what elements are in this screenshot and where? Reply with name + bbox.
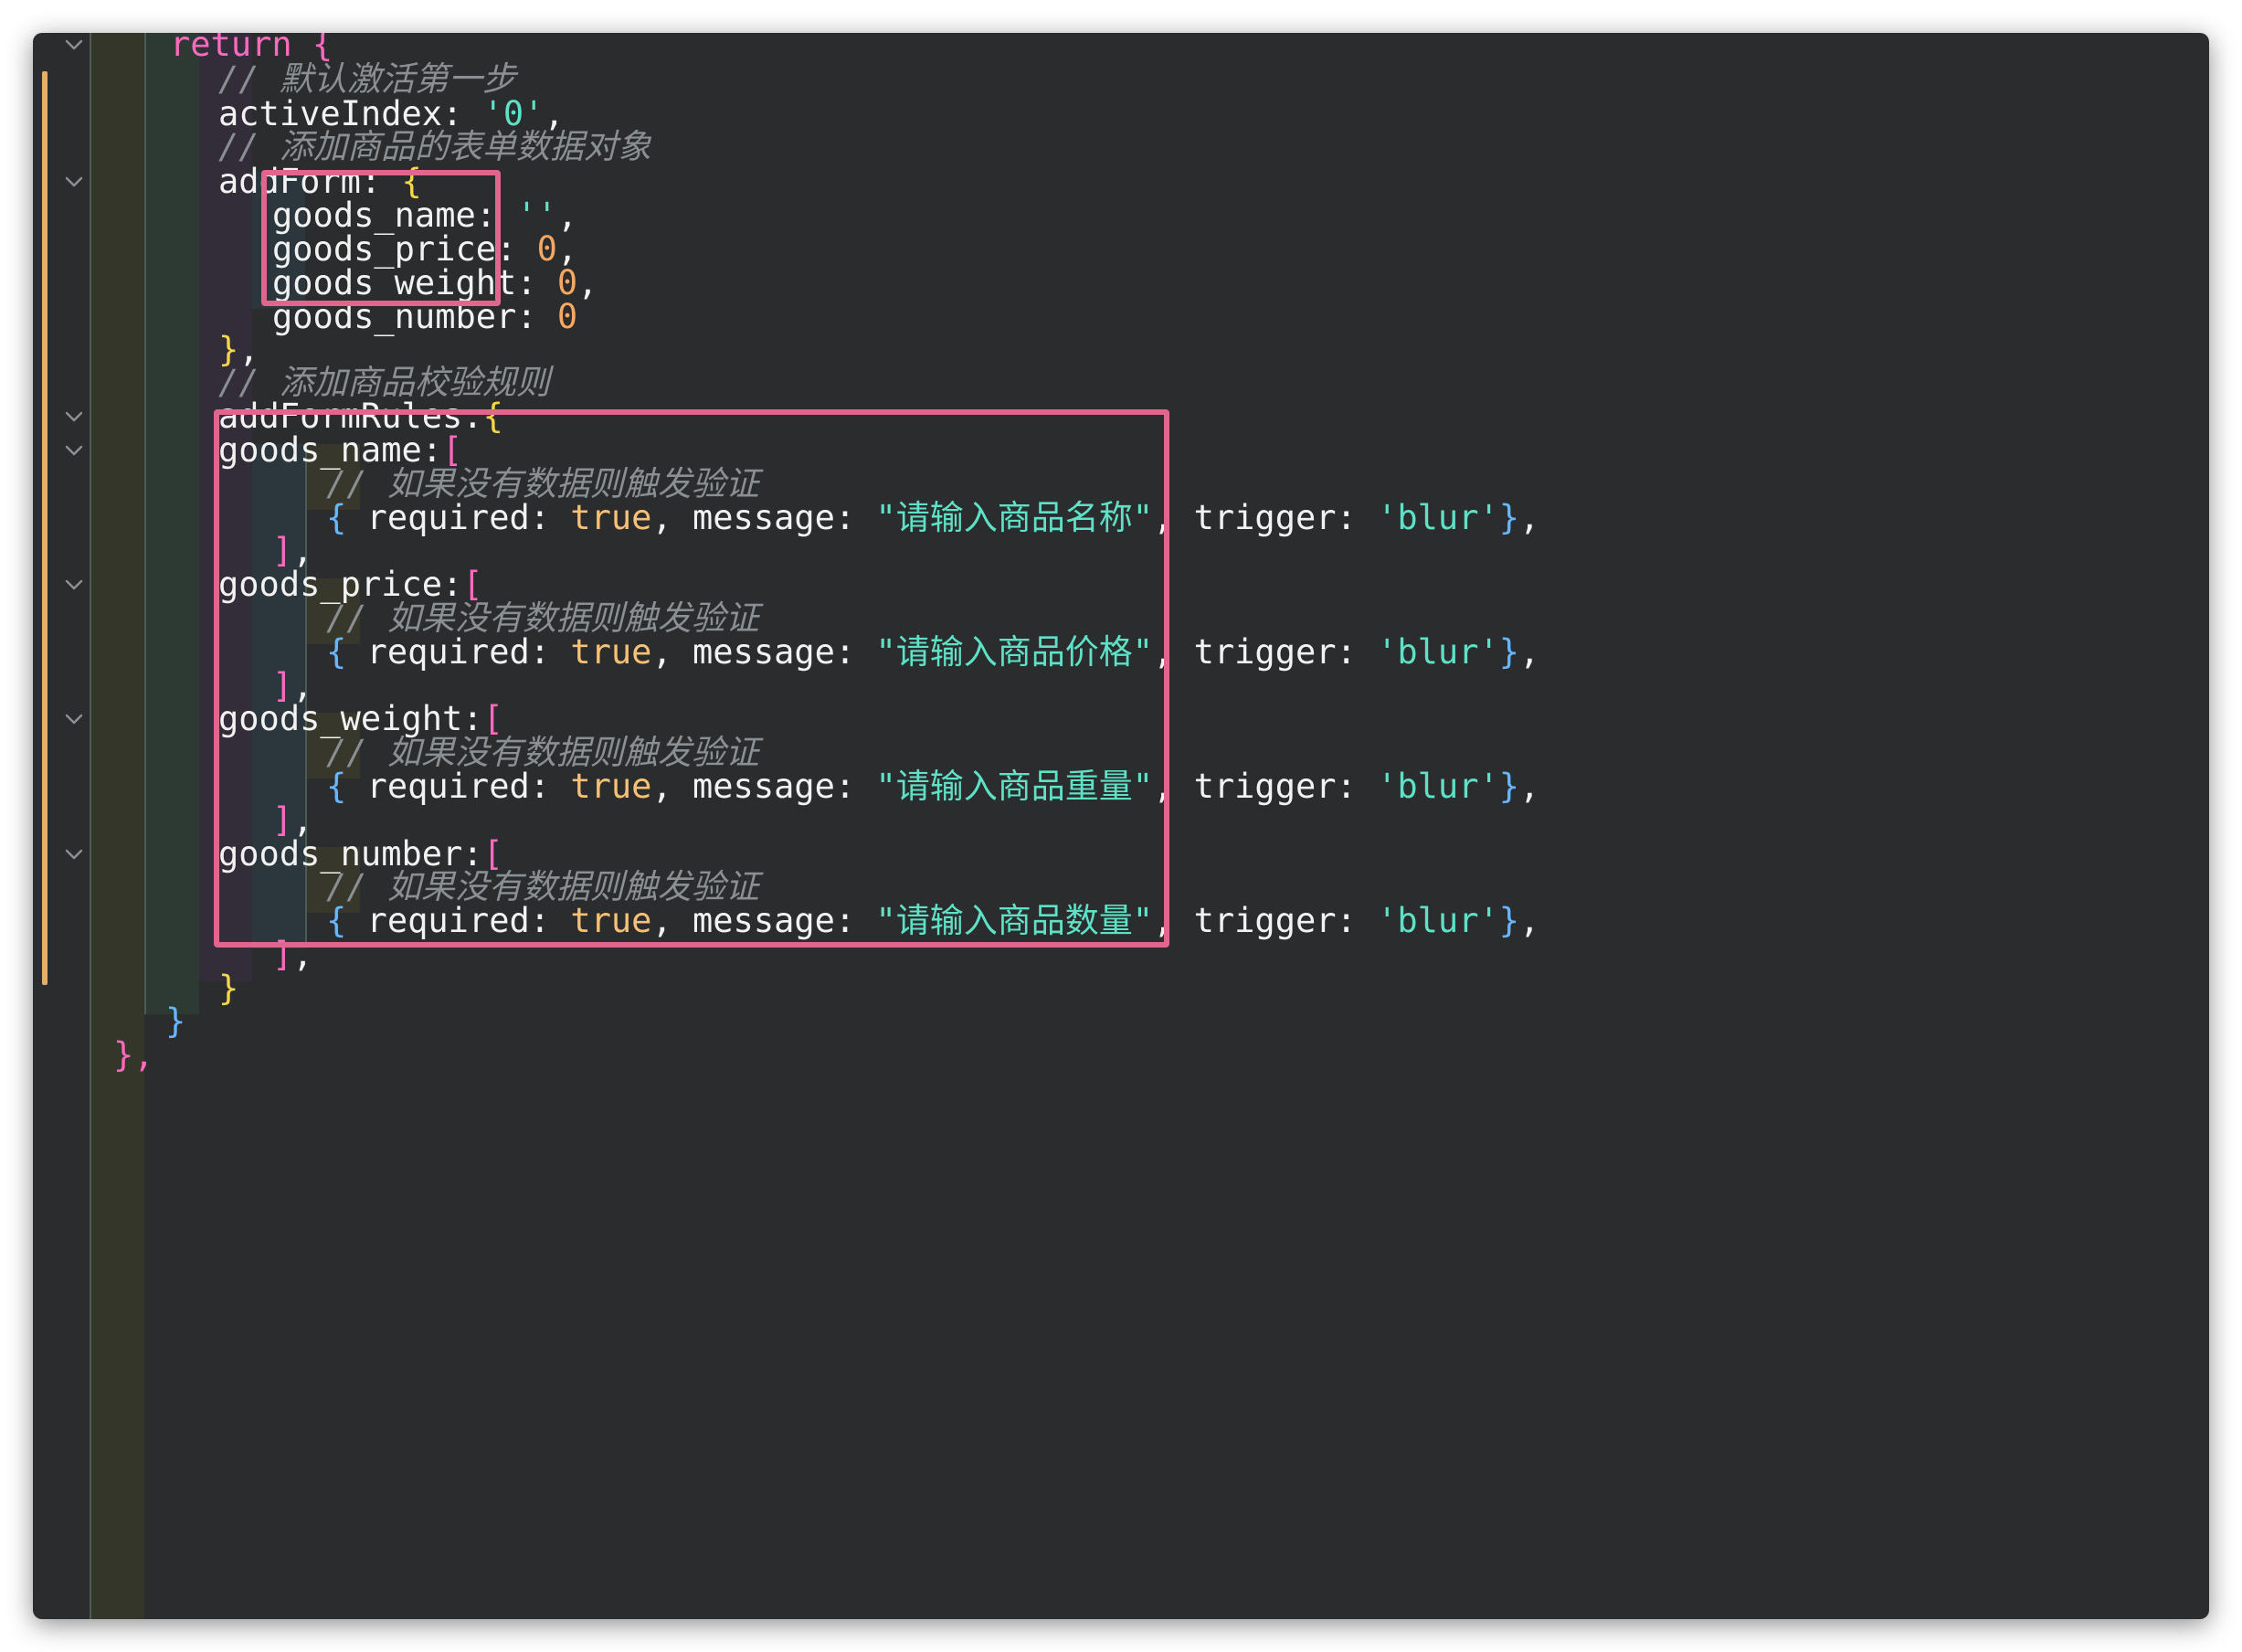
code-token-string: 'blur': [1377, 498, 1499, 537]
code-token-brace_blue: {: [326, 498, 347, 537]
code-token-string: "请输入商品价格": [875, 632, 1154, 672]
fold-chevron-icon[interactable]: [62, 842, 86, 866]
code-token-brace_pink: ]: [272, 935, 293, 974]
code-token-plain: , message:: [651, 632, 876, 672]
code-token-plain: ,: [577, 263, 598, 302]
code-token-brace_blue: }: [1498, 901, 1520, 940]
code-token-plain: , trigger:: [1153, 901, 1378, 940]
code-lines: return {// 默认激活第一步 activeIndex: '0',// 添加…: [33, 33, 2209, 1619]
code-token-brace_blue: }: [1498, 498, 1520, 537]
code-token-plain: ,: [1519, 498, 1540, 537]
code-token-string: 'blur': [1377, 901, 1499, 940]
code-token-plain: required:: [346, 498, 571, 537]
code-token-boolean: true: [570, 767, 652, 806]
code-token-string: 'blur': [1377, 767, 1499, 806]
code-token-plain: , message:: [651, 498, 876, 537]
code-token-string: 'blur': [1377, 632, 1499, 672]
fold-chevron-icon[interactable]: [62, 170, 86, 194]
code-token-plain: ,: [1519, 632, 1540, 672]
code-token-plain: ,: [1519, 767, 1540, 806]
code-line[interactable]: { required: true, message: "请输入商品名称", tr…: [326, 492, 1539, 545]
code-token-brace_blue: {: [326, 632, 347, 672]
code-line[interactable]: { required: true, message: "请输入商品重量", tr…: [326, 760, 1539, 813]
code-line[interactable]: ],: [272, 928, 313, 981]
code-token-brace_yellow: }: [218, 969, 239, 1008]
code-token-plain: goods_number:: [272, 297, 557, 336]
code-token-plain: , trigger:: [1153, 632, 1378, 672]
code-token-plain: , trigger:: [1153, 767, 1378, 806]
code-token-plain: ,: [292, 935, 313, 974]
code-token-plain: required:: [346, 767, 571, 806]
code-token-plain: , trigger:: [1153, 498, 1378, 537]
code-line[interactable]: { required: true, message: "请输入商品价格", tr…: [326, 626, 1539, 679]
code-line[interactable]: },: [113, 1029, 154, 1082]
code-editor[interactable]: return {// 默认激活第一步 activeIndex: '0',// 添加…: [33, 33, 2209, 1619]
code-token-plain: ,: [1519, 901, 1540, 940]
code-token-string: "请输入商品重量": [875, 767, 1154, 806]
code-token-brace_blue: }: [165, 1001, 186, 1041]
code-token-brace_blue: }: [1498, 632, 1520, 672]
fold-chevron-icon[interactable]: [62, 33, 86, 57]
code-token-boolean: true: [570, 901, 652, 940]
code-token-brace_blue: }: [1498, 767, 1520, 806]
code-token-boolean: true: [570, 498, 652, 537]
fold-chevron-icon[interactable]: [62, 405, 86, 429]
code-token-string: "请输入商品名称": [875, 498, 1154, 537]
code-token-brace_blue: {: [326, 767, 347, 806]
code-token-brace_blue: {: [326, 901, 347, 940]
code-token-number: 0: [556, 297, 578, 336]
code-line[interactable]: goods_number: 0: [272, 291, 577, 344]
code-line[interactable]: }: [165, 995, 185, 1048]
code-line[interactable]: { required: true, message: "请输入商品数量", tr…: [326, 895, 1539, 948]
code-token-brace_pink: },: [113, 1035, 154, 1075]
fold-chevron-icon[interactable]: [62, 439, 86, 462]
code-line[interactable]: }: [218, 962, 238, 1015]
code-token-boolean: true: [570, 632, 652, 672]
fold-chevron-icon[interactable]: [62, 573, 86, 597]
code-token-plain: required:: [346, 632, 571, 672]
code-token-plain: , message:: [651, 901, 876, 940]
code-token-plain: , message:: [651, 767, 876, 806]
code-token-plain: required:: [346, 901, 571, 940]
fold-chevron-icon[interactable]: [62, 707, 86, 731]
code-token-brace_yellow: {: [482, 397, 503, 436]
code-token-string: "请输入商品数量": [875, 901, 1154, 940]
